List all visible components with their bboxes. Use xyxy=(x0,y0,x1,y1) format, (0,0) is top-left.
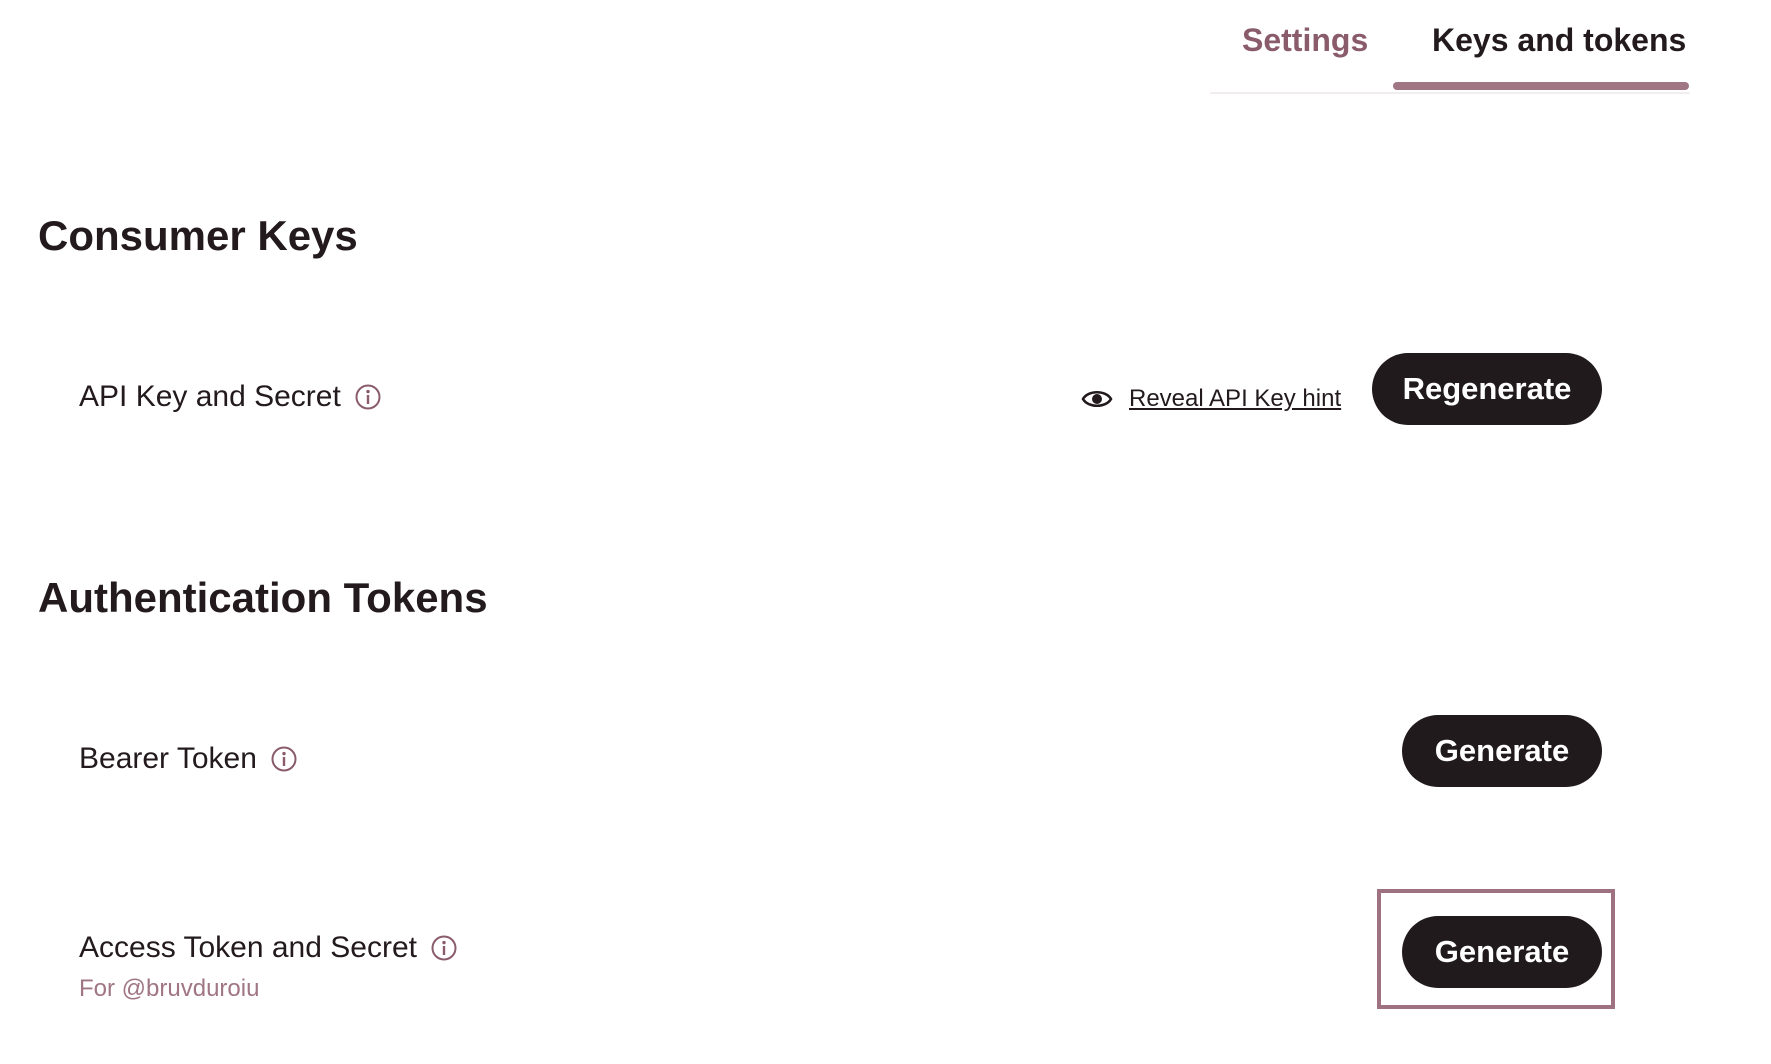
info-icon[interactable] xyxy=(355,384,381,410)
regenerate-button[interactable]: Regenerate xyxy=(1372,353,1602,425)
page: Settings Keys and tokens Consumer Keys A… xyxy=(0,0,1771,1064)
access-token-account: For @bruvduroiu xyxy=(79,975,260,1002)
access-token-label: Access Token and Secret xyxy=(79,931,417,964)
consumer-keys-heading: Consumer Keys xyxy=(38,212,358,259)
tab-keys-and-tokens[interactable]: Keys and tokens xyxy=(1432,22,1686,59)
reveal-api-key-hint-link[interactable]: Reveal API Key hint xyxy=(1129,385,1341,413)
info-icon[interactable] xyxy=(271,746,297,772)
generate-access-token-button[interactable]: Generate xyxy=(1402,916,1602,988)
api-key-row-label: API Key and Secret xyxy=(79,380,381,414)
authentication-tokens-heading: Authentication Tokens xyxy=(38,574,488,621)
reveal-api-key-hint[interactable]: Reveal API Key hint xyxy=(1081,385,1341,413)
eye-icon xyxy=(1081,388,1113,410)
info-icon[interactable] xyxy=(431,935,457,961)
generate-bearer-token-button[interactable]: Generate xyxy=(1402,715,1602,787)
tab-settings[interactable]: Settings xyxy=(1242,22,1368,59)
bearer-token-label: Bearer Token xyxy=(79,742,257,775)
bearer-token-row-label: Bearer Token xyxy=(79,742,297,776)
active-tab-indicator xyxy=(1393,82,1689,90)
api-key-label: API Key and Secret xyxy=(79,380,341,413)
access-token-row-label: Access Token and Secret xyxy=(79,931,457,965)
tab-bar: Settings Keys and tokens xyxy=(1210,0,1690,94)
